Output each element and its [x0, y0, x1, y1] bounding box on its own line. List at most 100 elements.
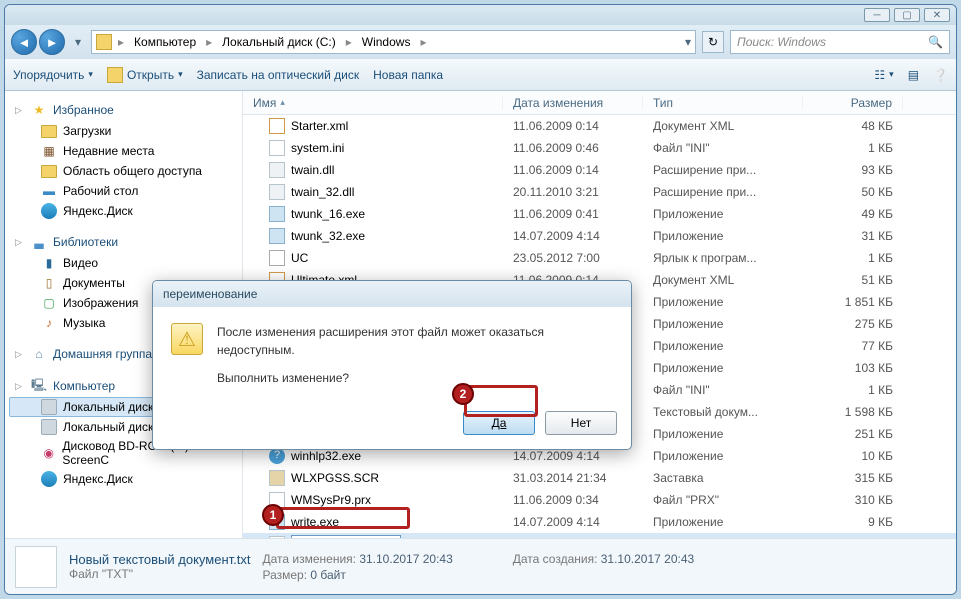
address-bar[interactable]: ▸ Компьютер ▸ Локальный диск (C:) ▸ Wind… — [91, 30, 696, 54]
forward-button[interactable]: ► — [39, 29, 65, 55]
file-row[interactable]: Starter.xml11.06.2009 0:14Документ XML48… — [243, 115, 956, 137]
file-type: Расширение при... — [643, 185, 803, 199]
history-dropdown[interactable]: ▾ — [71, 32, 85, 52]
file-icon — [269, 470, 285, 486]
col-name[interactable]: Имя▴ — [243, 96, 503, 110]
file-type: Файл "PRX" — [643, 493, 803, 507]
window-titlebar[interactable]: ─ ▢ ✕ — [5, 5, 956, 25]
favorites-group[interactable]: ▷★Избранное — [9, 99, 238, 121]
file-date: 14.07.2009 4:14 — [503, 229, 643, 243]
maximize-button[interactable]: ▢ — [894, 8, 920, 22]
file-row[interactable]: write.exe 14.07.2009 4:14Приложение9 КБ — [243, 511, 956, 533]
breadcrumb-folder[interactable]: Windows — [358, 33, 415, 51]
file-name: twain_32.dll — [291, 185, 354, 199]
file-size: 9 КБ — [803, 515, 903, 529]
dialog-message-1: После изменения расширения этот файл мож… — [217, 323, 613, 359]
file-row[interactable]: WLXPGSS.SCR31.03.2014 21:34Заставка315 К… — [243, 467, 956, 489]
breadcrumb-computer[interactable]: Компьютер — [130, 33, 200, 51]
address-dropdown-icon[interactable]: ▾ — [685, 35, 691, 49]
file-icon — [269, 184, 285, 200]
search-box[interactable]: Поиск: Windows 🔍 — [730, 30, 950, 54]
file-name: WMSysPr9.prx — [291, 493, 371, 507]
file-type: Приложение — [643, 229, 803, 243]
file-date: 11.06.2009 0:41 — [503, 207, 643, 221]
file-type: Документ XML — [643, 119, 803, 133]
preview-pane-button[interactable]: ▤ — [908, 68, 919, 82]
file-size: 315 КБ — [803, 471, 903, 485]
file-row[interactable]: UC23.05.2012 7:00Ярлык к програм...1 КБ — [243, 247, 956, 269]
file-name: winhlp32.exe — [291, 449, 361, 463]
file-date: 11.06.2009 0:14 — [503, 163, 643, 177]
close-button[interactable]: ✕ — [924, 8, 950, 22]
file-name: Starter.xml — [291, 119, 348, 133]
nav-downloads[interactable]: Загрузки — [9, 121, 238, 141]
col-type[interactable]: Тип — [643, 96, 803, 110]
file-size: 1 598 КБ — [803, 405, 903, 419]
col-date[interactable]: Дата изменения — [503, 96, 643, 110]
file-size: 50 КБ — [803, 185, 903, 199]
breadcrumb-separator: ▸ — [116, 35, 126, 49]
file-date: 14.07.2009 4:14 — [503, 515, 643, 529]
refresh-button[interactable]: ↻ — [702, 31, 724, 53]
file-row[interactable]: twain_32.dll 20.11.2010 3:21Расширение пр… — [243, 181, 956, 203]
file-date: 20.11.2010 3:21 — [503, 185, 643, 199]
file-type: Заставка — [643, 471, 803, 485]
breadcrumb-drive[interactable]: Локальный диск (C:) — [218, 33, 340, 51]
file-size: 1 851 КБ — [803, 295, 903, 309]
file-size: 1 КБ — [803, 141, 903, 155]
file-type: Приложение — [643, 449, 803, 463]
file-type: Приложение — [643, 317, 803, 331]
file-size: 1 КБ — [803, 383, 903, 397]
file-type: Текстовый докум... — [643, 405, 803, 419]
file-row[interactable]: twunk_16.exe11.06.2009 0:41Приложение49 … — [243, 203, 956, 225]
nav-desktop[interactable]: ▬Рабочий стол — [9, 181, 238, 201]
file-name: write.exe — [291, 515, 339, 529]
file-name: twunk_32.exe — [291, 229, 365, 243]
help-button[interactable]: ❔ — [933, 68, 948, 82]
file-date: 11.06.2009 0:34 — [503, 493, 643, 507]
file-row[interactable]: WMSysPr9.prx 11.06.2009 0:34Файл "PRX"310… — [243, 489, 956, 511]
file-name: UC — [291, 251, 308, 265]
yes-button[interactable]: Да — [463, 411, 535, 435]
view-options-button[interactable]: ☷ ▾ — [874, 68, 893, 82]
details-pane: Новый текстовый документ.txt Файл "TXT" … — [5, 538, 956, 594]
no-button[interactable]: Нет — [545, 411, 617, 435]
open-button[interactable]: Открыть ▾ — [107, 67, 183, 83]
file-row[interactable]: system.ini11.06.2009 0:46Файл "INI"1 КБ — [243, 137, 956, 159]
command-bar: Упорядочить ▾ Открыть ▾ Записать на опти… — [5, 59, 956, 91]
nav-public[interactable]: Область общего доступа — [9, 161, 238, 181]
minimize-button[interactable]: ─ — [864, 8, 890, 22]
nav-video[interactable]: ▮Видео — [9, 253, 238, 273]
col-size[interactable]: Размер — [803, 96, 903, 110]
organize-menu[interactable]: Упорядочить ▾ — [13, 68, 93, 82]
file-size: 310 КБ — [803, 493, 903, 507]
file-date: 11.06.2009 0:46 — [503, 141, 643, 155]
file-icon: ? — [269, 448, 285, 464]
file-name: twunk_16.exe — [291, 207, 365, 221]
file-size: 48 КБ — [803, 119, 903, 133]
file-name: system.ini — [291, 141, 344, 155]
file-row[interactable]: twunk_32.exe14.07.2009 4:14Приложение31 … — [243, 225, 956, 247]
warning-icon: ⚠ — [171, 323, 203, 355]
libraries-group[interactable]: ▷▃Библиотеки — [9, 231, 238, 253]
file-type: Ярлык к програм... — [643, 251, 803, 265]
file-type: Приложение — [643, 515, 803, 529]
nav-yadisk[interactable]: Яндекс.Диск — [9, 201, 238, 221]
file-size: 51 КБ — [803, 273, 903, 287]
column-headers: Имя▴ Дата изменения Тип Размер — [243, 91, 956, 115]
navigation-row: ◄ ► ▾ ▸ Компьютер ▸ Локальный диск (C:) … — [5, 25, 956, 59]
dialog-titlebar[interactable]: переименование — [153, 281, 631, 307]
file-type: Приложение — [643, 361, 803, 375]
nav-yadisk2[interactable]: Яндекс.Диск — [9, 469, 238, 489]
file-icon — [269, 228, 285, 244]
file-row[interactable]: twain.dll11.06.2009 0:14Расширение при..… — [243, 159, 956, 181]
file-type: Файл "INI" — [643, 383, 803, 397]
details-filename: Новый текстовый документ.txt — [69, 552, 250, 567]
rename-input[interactable] — [291, 535, 401, 538]
new-folder-button[interactable]: Новая папка — [373, 68, 443, 82]
rename-dialog: переименование ⚠ После изменения расшире… — [152, 280, 632, 450]
nav-recent[interactable]: ▦Недавние места — [9, 141, 238, 161]
file-size: 103 КБ — [803, 361, 903, 375]
burn-button[interactable]: Записать на оптический диск — [197, 68, 360, 82]
back-button[interactable]: ◄ — [11, 29, 37, 55]
